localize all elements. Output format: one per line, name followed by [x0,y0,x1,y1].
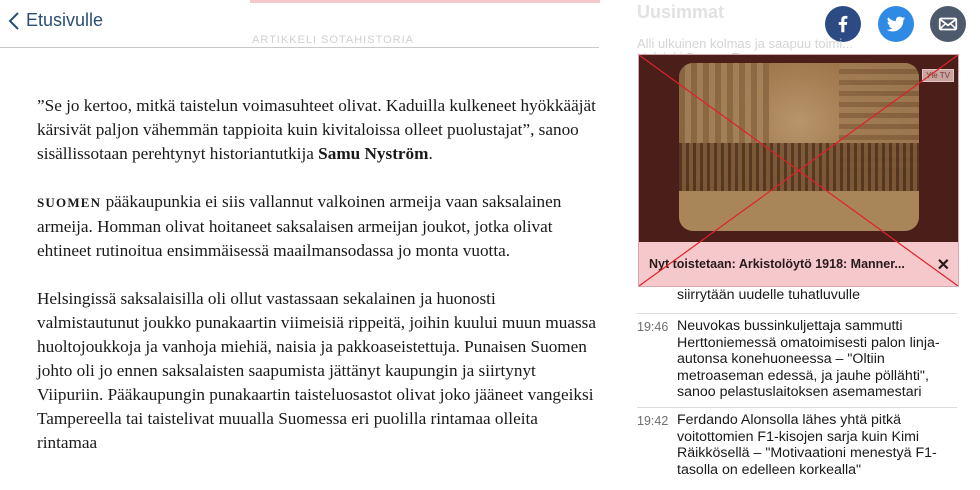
twitter-icon [886,16,906,32]
article-paragraph-2: SUOMEN pääkaupunkia ei siis vallannut va… [37,190,597,263]
news-time: 19:42 [637,414,669,428]
back-link-label: Etusivulle [26,10,104,30]
news-time: 19:46 [637,320,669,334]
video-player[interactable]: Yle TV Nyt toistetaan: Arkistolöytö 1918… [638,54,959,287]
news-item-partial-title[interactable]: siirrytään uudelle tuhatluvulle [677,287,860,303]
latest-news-sidebar: Uusimmat Alli ulkuinen kolmas ja saapuu … [599,0,980,490]
facebook-icon [838,15,848,33]
faded-news-item: Alli ulkuinen kolmas ja saapuu toimi... [637,36,854,51]
faded-meta-text: ARTIKKELI SOTAHISTORIA [252,34,414,46]
paragraph-lead-word: SUOMEN [37,195,102,210]
latest-news-heading: Uusimmat [637,2,725,22]
now-playing-title: Nyt toistetaan: Arkistolöytö 1918: Manne… [649,257,905,271]
article-body: ”Se jo kertoo, mitkä taistelun voimasuht… [37,94,597,479]
close-video-button[interactable]: ✕ [937,255,950,275]
video-caption-bar[interactable]: Nyt toistetaan: Arkistolöytö 1918: Manne… [639,242,958,286]
news-title-link[interactable]: Neuvokas bussinkuljettaja sammutti Hertt… [677,314,957,401]
mail-icon [938,17,958,31]
video-street [679,191,919,231]
paragraph-1-end: . [428,144,433,163]
paragraph-2-text: pääkaupunkia ei siis vallannut valkoinen… [37,192,562,260]
paragraph-1-text: ”Se jo kertoo, mitkä taistelun voimasuht… [37,96,596,163]
email-share-button[interactable] [930,6,966,42]
article-paragraph-3: Helsingissä saksalaisilla oli ollut vast… [37,287,597,455]
paragraph-3-text: Helsingissä saksalaisilla oli ollut vast… [37,289,596,452]
header-accent-stripe [250,0,600,3]
article-paragraph-1: ”Se jo kertoo, mitkä taistelun voimasuht… [37,94,597,166]
chevron-left-icon [8,11,19,30]
video-frame[interactable]: Yle TV [639,55,958,242]
channel-badge: Yle TV [922,69,954,82]
news-title-link[interactable]: Ferdando Alonsolla lähes yhtä pitkä voit… [677,408,957,478]
source-name: Samu Nyström [318,144,429,163]
video-crowd [679,143,919,193]
news-list-item[interactable]: 19:46 Neuvokas bussinkuljettaja sammutti… [637,313,957,401]
video-thumbnail [679,63,919,231]
news-list-item[interactable]: 19:42 Ferdando Alonsolla lähes yhtä pitk… [637,407,957,478]
twitter-share-button[interactable] [878,6,914,42]
back-to-frontpage-link[interactable]: Etusivulle [8,10,103,31]
top-bar: Etusivulle ARTIKKELI SOTAHISTORIA [0,0,600,48]
